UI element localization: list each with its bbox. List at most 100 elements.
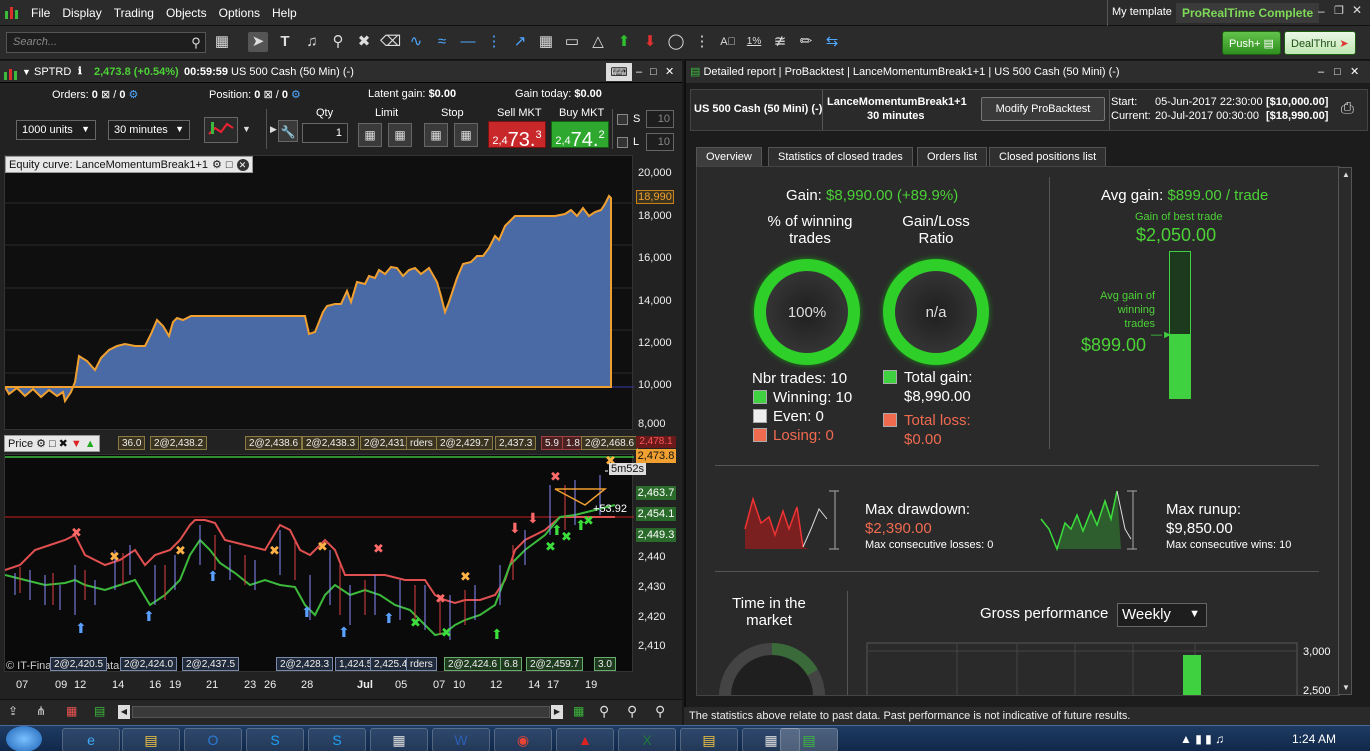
taskbar-outlook-icon[interactable]: O xyxy=(184,728,242,751)
fibonacci-arcs-icon[interactable]: A⃝ xyxy=(718,32,738,52)
minimize-report-icon[interactable]: – xyxy=(1318,61,1324,83)
channel-icon[interactable]: ▦ xyxy=(536,32,556,52)
order-tag[interactable]: 2@2,459.7 xyxy=(526,657,584,671)
order-tag[interactable]: 6.8 xyxy=(500,657,522,671)
clock[interactable]: 1:24 AM xyxy=(1292,732,1336,746)
taskbar-chrome-icon[interactable]: ◉ xyxy=(494,728,552,751)
cycle-icon[interactable]: ⋮ xyxy=(692,32,712,52)
keyboard-icon[interactable]: ⌨ xyxy=(606,63,632,81)
buy-market-button[interactable]: 2,474.2 xyxy=(551,121,609,151)
taskbar-prorealtime-icon[interactable]: ▤ xyxy=(780,728,838,751)
draw-line-icon[interactable]: ∿ xyxy=(406,32,426,52)
close-chart-icon[interactable]: ✕ xyxy=(665,61,674,83)
taskbar-word-icon[interactable]: W xyxy=(432,728,490,751)
menu-help[interactable]: Help xyxy=(266,6,303,20)
order-tag[interactable]: rders xyxy=(406,436,437,450)
order-tag[interactable]: 2@2,424.0 xyxy=(120,657,178,671)
l-checkbox[interactable] xyxy=(617,137,628,148)
stop-sell-button[interactable]: ▦ xyxy=(454,123,478,147)
horizontal-line-icon[interactable]: — xyxy=(458,32,478,52)
alert-bell-icon[interactable]: ♫ xyxy=(302,32,322,52)
sell-order-icon[interactable]: ▼ xyxy=(71,438,82,450)
zoom-tool-icon[interactable]: ⚲ xyxy=(328,32,348,52)
tab-overview[interactable]: Overview xyxy=(696,147,762,167)
dealthru-button[interactable]: DealThru ➤ xyxy=(1284,31,1356,55)
delete-icon[interactable]: ⌫ xyxy=(380,32,401,52)
s-value-input[interactable]: 10 xyxy=(646,110,674,128)
menu-display[interactable]: Display xyxy=(56,6,107,20)
limit-sell-button[interactable]: ▦ xyxy=(388,123,412,147)
order-tag[interactable]: 2,437.3 xyxy=(495,436,537,450)
taskbar-app-icon[interactable]: ▦ xyxy=(370,728,428,751)
taskbar-ie-icon[interactable]: e xyxy=(62,728,120,751)
fibonacci-fan-icon[interactable]: ≇ xyxy=(770,32,790,52)
zoom-range-icon[interactable]: ⇆ xyxy=(822,32,842,52)
scroll-left-icon[interactable]: ◀ xyxy=(118,705,130,719)
orders-icon[interactable]: ⊠ xyxy=(101,89,110,101)
order-tag[interactable]: 5.9 xyxy=(541,436,563,450)
order-tag[interactable]: rders xyxy=(406,657,437,671)
equity-curve-chart[interactable]: Equity curve: LanceMomentumBreak1+1 ⚙ □ … xyxy=(4,155,634,430)
rectangle-icon[interactable]: ▭ xyxy=(562,32,582,52)
timeframe-select[interactable]: 30 minutes ▼ xyxy=(108,120,190,140)
template-selector[interactable]: My template xyxy=(1112,6,1172,18)
trendline-icon[interactable]: ↗ xyxy=(510,32,530,52)
export-icon[interactable]: ⇪ xyxy=(8,704,18,718)
order-tag[interactable]: 2@2,438.6 xyxy=(245,436,303,450)
s-checkbox[interactable] xyxy=(617,114,628,125)
search-input[interactable]: Search... xyxy=(6,32,206,53)
scroll-up-icon[interactable]: ▲ xyxy=(1342,170,1350,179)
link-icon[interactable]: ⋔ xyxy=(36,704,46,718)
info-icon[interactable]: ℹ xyxy=(78,61,82,83)
position-icon[interactable]: ⊠ xyxy=(263,89,272,101)
close-circle-icon[interactable]: ✕ xyxy=(236,158,249,171)
tray-icons[interactable]: ▲ ▮ ▮ ♫ xyxy=(1180,732,1224,746)
order-tag[interactable]: 2@2,429.7 xyxy=(436,436,494,450)
menu-trading[interactable]: Trading xyxy=(108,6,160,20)
tab-orders-list[interactable]: Orders list xyxy=(917,147,988,167)
position-settings-icon[interactable]: ⚙ xyxy=(291,89,301,101)
indicators-dropdown-icon[interactable]: ▼ xyxy=(242,124,251,134)
ellipse-icon[interactable]: ◯ xyxy=(666,32,686,52)
tools-icon[interactable]: ✖ xyxy=(354,32,374,52)
menu-objects[interactable]: Objects xyxy=(160,6,213,20)
maximize-report-icon[interactable]: □ xyxy=(1334,61,1341,83)
gross-period-select[interactable]: Weekly ▼ xyxy=(1117,603,1207,627)
vertical-scrollbar[interactable]: ▲ ▼ xyxy=(1338,167,1352,695)
wrench-icon[interactable]: ⚙ xyxy=(36,437,46,450)
minimize-icon[interactable]: – xyxy=(1318,4,1325,18)
price-chart[interactable]: ✖ ✖ ✖ ✖ ✖ ✖ ✖ ✖ ✖ ✖ ✖ ✖ ✖ ✖ ✖ ⬆ ⬆ ⬆ ⬆ ⬆ ⬆ ⬆ ⬆ ⬆ ⬇ ⬇ 5m52s +5… xyxy=(4,454,647,672)
window-icon[interactable]: □ xyxy=(226,159,233,171)
limit-buy-button[interactable]: ▦ xyxy=(358,123,382,147)
l-value-input[interactable]: 10 xyxy=(646,133,674,151)
order-tag[interactable]: 3.0 xyxy=(594,657,616,671)
search-icon[interactable]: ⚲ xyxy=(186,33,206,53)
taskbar-skype-icon[interactable]: S xyxy=(246,728,304,751)
menu-options[interactable]: Options xyxy=(213,6,266,20)
autoscale-icon[interactable]: ▦ xyxy=(573,704,584,718)
close-circle-icon[interactable]: ✖ xyxy=(59,437,68,450)
close-report-icon[interactable]: ✕ xyxy=(1350,61,1359,83)
sell-market-button[interactable]: 2,473.3 xyxy=(488,121,546,151)
horizontal-scrollbar[interactable] xyxy=(132,706,550,718)
push-button[interactable]: Push+ ▤ xyxy=(1222,31,1281,55)
cursor-icon[interactable]: ➤ xyxy=(248,32,268,52)
order-tag[interactable]: 2@2,428.3 xyxy=(276,657,334,671)
sell-arrow-icon[interactable]: ⬇ xyxy=(640,32,660,52)
wrench-icon[interactable]: ⚙ xyxy=(212,158,222,171)
new-window-icon[interactable]: ▦ xyxy=(212,32,232,52)
scroll-right-icon[interactable]: ▶ xyxy=(551,705,563,719)
ruler-icon[interactable]: ✏ xyxy=(796,32,816,52)
taskbar-excel-icon[interactable]: X xyxy=(618,728,676,751)
order-tag[interactable]: 2@2,424.6 xyxy=(444,657,502,671)
taskbar-skype2-icon[interactable]: S xyxy=(308,728,366,751)
qty-input[interactable]: 1 xyxy=(302,123,348,143)
print-icon[interactable]: ⎙ xyxy=(1341,100,1354,118)
minimize-chart-icon[interactable]: – xyxy=(636,61,642,83)
candles-icon[interactable]: ▤ xyxy=(94,704,105,718)
tab-closed-positions[interactable]: Closed positions list xyxy=(989,147,1107,167)
dropdown-icon[interactable]: ▼ xyxy=(22,61,31,83)
zoom-fit-icon[interactable]: ⚲ xyxy=(599,703,609,720)
stop-buy-button[interactable]: ▦ xyxy=(424,123,448,147)
wrench-button[interactable]: 🔧 xyxy=(278,120,298,142)
